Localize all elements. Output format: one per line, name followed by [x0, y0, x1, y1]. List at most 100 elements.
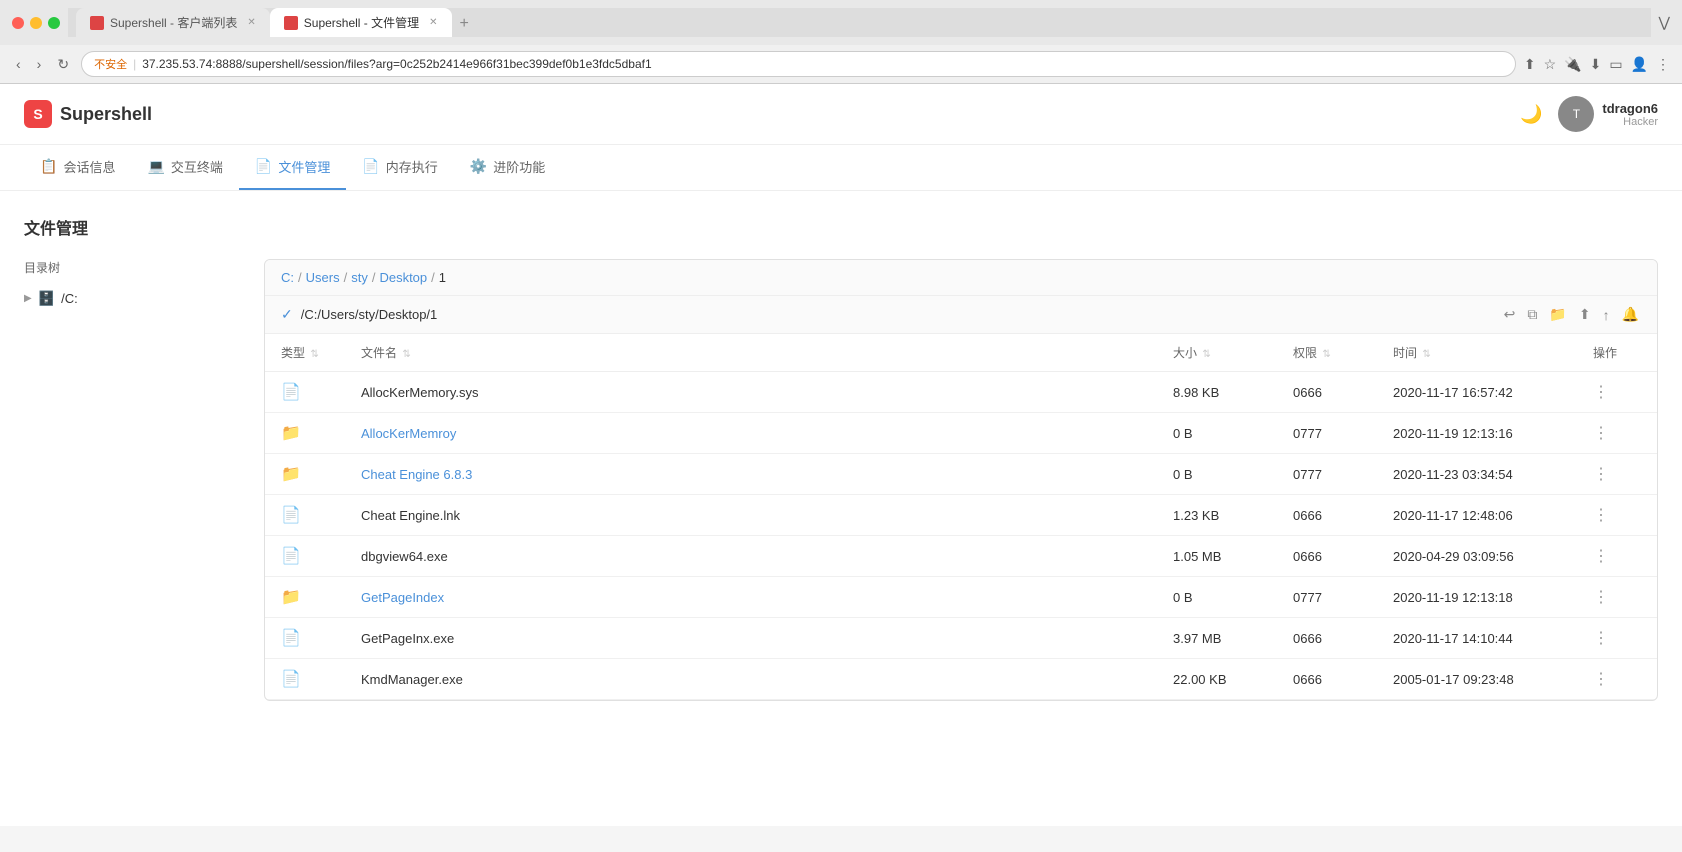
action-menu-button[interactable]: ⋮ — [1593, 630, 1611, 647]
forward-button[interactable]: › — [33, 54, 46, 74]
file-size-cell: 3.97 MB — [1157, 618, 1277, 659]
security-warning: 不安全 — [94, 56, 127, 72]
advanced-icon: ⚙️ — [470, 158, 487, 175]
file-table-body: 📄 AllocKerMemory.sys 8.98 KB 0666 2020-1… — [265, 372, 1657, 700]
path-copy-button[interactable]: ⧉ — [1525, 304, 1539, 325]
path-input-row: ✓ ↩ ⧉ 📁 ⬆ ↑ 🔔 — [265, 296, 1657, 334]
file-name-cell: Cheat Engine 6.8.3 — [345, 454, 1157, 495]
share-icon[interactable]: ⬆ — [1524, 56, 1536, 73]
table-row: 📄 KmdManager.exe 22.00 KB 0666 2005-01-1… — [265, 659, 1657, 700]
file-name: GetPageInx.exe — [361, 631, 454, 646]
traffic-lights — [12, 17, 60, 29]
path-newfolder-button[interactable]: 📁 — [1547, 304, 1568, 325]
file-action-cell: ⋮ — [1577, 372, 1657, 413]
tab-1-close[interactable]: ✕ — [247, 17, 255, 28]
page-content: 文件管理 目录树 ▶ 🗄️ /C: C: / Users — [0, 191, 1682, 725]
file-icon: 📄 — [281, 384, 301, 401]
minimize-button[interactable] — [30, 17, 42, 29]
breadcrumb-sep-2: / — [344, 270, 348, 285]
profile-icon[interactable]: 👤 — [1631, 56, 1648, 73]
action-menu-button[interactable]: ⋮ — [1593, 589, 1611, 606]
file-size-cell: 0 B — [1157, 577, 1277, 618]
sidebar-toggle-icon[interactable]: ▭ — [1609, 56, 1622, 73]
tab-memory[interactable]: 📄 内存执行 — [346, 145, 453, 190]
path-notify-button[interactable]: 🔔 — [1620, 304, 1641, 325]
path-actions: ↩ ⧉ 📁 ⬆ ↑ 🔔 — [1502, 304, 1641, 325]
path-input[interactable] — [301, 307, 1494, 322]
file-name-link[interactable]: AllocKerMemroy — [361, 426, 456, 441]
tree-item-c[interactable]: ▶ 🗄️ /C: — [24, 286, 248, 311]
sort-perm-icon: ⇅ — [1322, 349, 1330, 360]
path-back-button[interactable]: ↩ — [1502, 304, 1518, 325]
table-row: 📄 AllocKerMemory.sys 8.98 KB 0666 2020-1… — [265, 372, 1657, 413]
browser-tab-1[interactable]: Supershell - 客户端列表 ✕ — [76, 8, 270, 37]
breadcrumb-c[interactable]: C: — [281, 270, 294, 285]
file-name-cell: GetPageInx.exe — [345, 618, 1157, 659]
menu-icon[interactable]: ⋮ — [1656, 56, 1670, 73]
breadcrumb-desktop[interactable]: Desktop — [379, 270, 427, 285]
tab-advanced[interactable]: ⚙️ 进阶功能 — [454, 145, 561, 190]
theme-toggle-icon[interactable]: 🌙 — [1520, 104, 1542, 125]
action-menu-button[interactable]: ⋮ — [1593, 507, 1611, 524]
folder-icon: 📁 — [281, 425, 301, 442]
download-icon[interactable]: ⬇ — [1590, 56, 1602, 73]
new-tab-button[interactable]: + — [452, 11, 477, 37]
tab-2-close[interactable]: ✕ — [429, 17, 437, 28]
file-time-cell: 2020-11-17 12:48:06 — [1377, 495, 1577, 536]
file-name-cell: GetPageIndex — [345, 577, 1157, 618]
tab-files[interactable]: 📄 文件管理 — [239, 145, 346, 190]
tab-favicon-2 — [284, 16, 298, 30]
action-menu-button[interactable]: ⋮ — [1593, 425, 1611, 442]
file-permissions-cell: 0777 — [1277, 454, 1377, 495]
table-row: 📁 GetPageIndex 0 B 0777 2020-11-19 12:13… — [265, 577, 1657, 618]
action-menu-button[interactable]: ⋮ — [1593, 671, 1611, 688]
file-time-cell: 2020-11-23 03:34:54 — [1377, 454, 1577, 495]
tab-terminal[interactable]: 💻 交互终端 — [131, 145, 238, 190]
maximize-button[interactable] — [48, 17, 60, 29]
user-section: T tdragon6 Hacker — [1558, 96, 1658, 132]
tab-memory-label: 内存执行 — [386, 157, 438, 176]
action-menu-button[interactable]: ⋮ — [1593, 384, 1611, 401]
file-type-cell: 📄 — [265, 659, 345, 700]
tab-session[interactable]: 📋 会话信息 — [24, 145, 131, 190]
memory-icon: 📄 — [362, 158, 379, 175]
action-menu-button[interactable]: ⋮ — [1593, 548, 1611, 565]
file-table: 类型 ⇅ 文件名 ⇅ 大小 ⇅ — [265, 334, 1657, 700]
breadcrumb-users[interactable]: Users — [306, 270, 340, 285]
path-confirm-icon[interactable]: ✓ — [281, 306, 293, 323]
browser-tab-2[interactable]: Supershell - 文件管理 ✕ — [270, 8, 452, 37]
file-name-cell: dbgview64.exe — [345, 536, 1157, 577]
file-type-cell: 📄 — [265, 372, 345, 413]
file-name-link[interactable]: Cheat Engine 6.8.3 — [361, 467, 472, 482]
path-upload-button[interactable]: ⬆ — [1577, 304, 1593, 325]
bookmark-icon[interactable]: ☆ — [1544, 56, 1557, 73]
nav-tabs: 📋 会话信息 💻 交互终端 📄 文件管理 📄 内存执行 ⚙️ 进阶功能 — [0, 145, 1682, 191]
page-title: 文件管理 — [24, 215, 1658, 239]
reload-button[interactable]: ↻ — [53, 54, 73, 75]
file-time-cell: 2005-01-17 09:23:48 — [1377, 659, 1577, 700]
extensions-icon[interactable]: 🔌 — [1564, 56, 1581, 73]
window-controls-icon: ⋁ — [1659, 14, 1670, 31]
file-type-cell: 📁 — [265, 577, 345, 618]
file-permissions-cell: 0777 — [1277, 413, 1377, 454]
file-name-link[interactable]: GetPageIndex — [361, 590, 444, 605]
breadcrumb-sty[interactable]: sty — [351, 270, 368, 285]
col-type: 类型 ⇅ — [265, 334, 345, 372]
file-permissions-cell: 0666 — [1277, 618, 1377, 659]
back-button[interactable]: ‹ — [12, 54, 25, 74]
sidebar: 目录树 ▶ 🗄️ /C: — [24, 259, 264, 701]
action-menu-button[interactable]: ⋮ — [1593, 466, 1611, 483]
file-icon: 📄 — [281, 671, 301, 688]
path-refresh-button[interactable]: ↑ — [1601, 305, 1612, 325]
avatar: T — [1558, 96, 1594, 132]
address-bar-row: ‹ › ↻ 不安全 | 37.235.53.74:8888/supershell… — [0, 45, 1682, 84]
files-icon: 📄 — [255, 158, 272, 175]
browser-toolbar-right: ⋁ — [1659, 14, 1670, 31]
close-button[interactable] — [12, 17, 24, 29]
file-action-cell: ⋮ — [1577, 618, 1657, 659]
table-row: 📁 Cheat Engine 6.8.3 0 B 0777 2020-11-23… — [265, 454, 1657, 495]
app-name: Supershell — [60, 104, 152, 125]
address-bar[interactable]: 不安全 | 37.235.53.74:8888/supershell/sessi… — [81, 51, 1516, 77]
tab-2-title: Supershell - 文件管理 — [304, 14, 419, 31]
file-permissions-cell: 0777 — [1277, 577, 1377, 618]
